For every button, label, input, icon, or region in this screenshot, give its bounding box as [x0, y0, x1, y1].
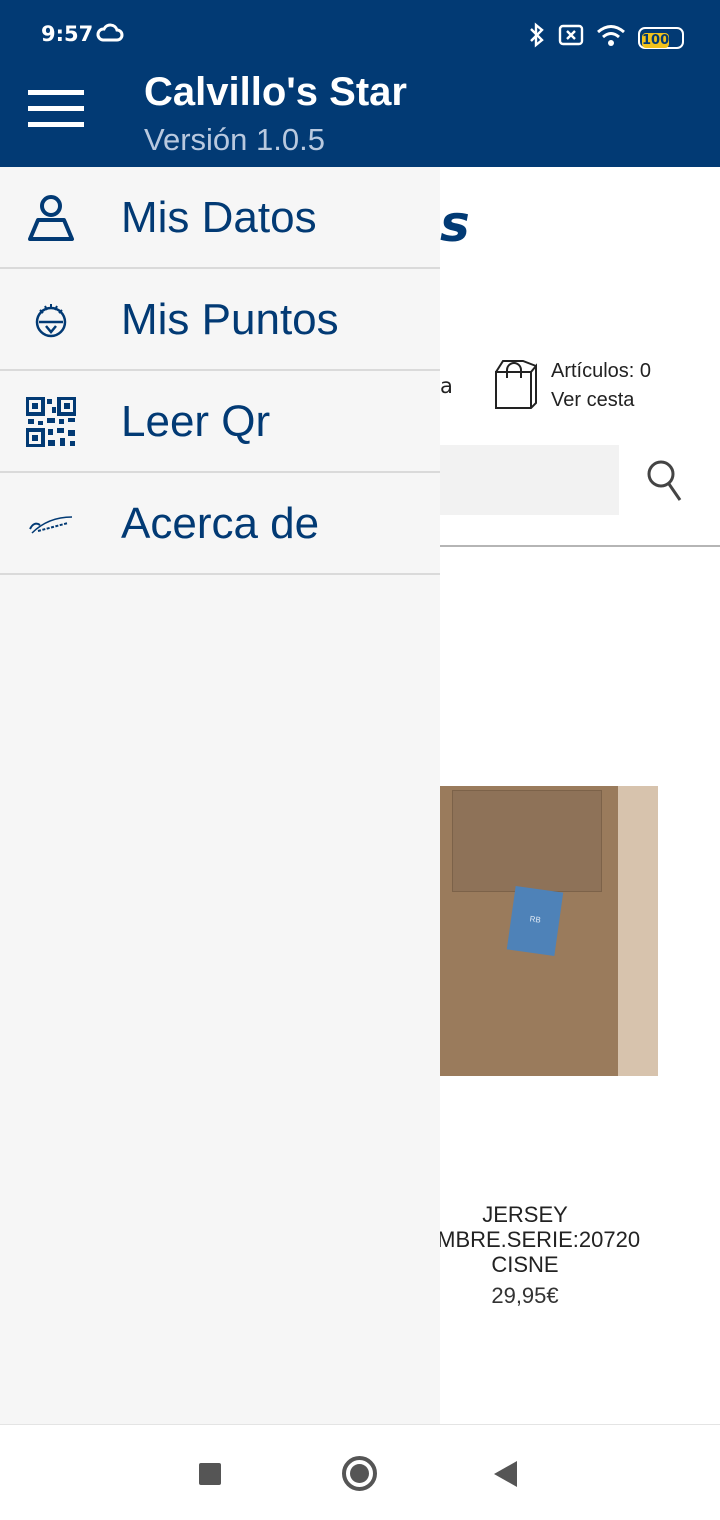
user-icon [24, 191, 78, 245]
no-sim-icon [558, 24, 584, 51]
system-nav-bar [0, 1424, 720, 1520]
app-bar: 9:57 100 Calvillo's Star Versión 1.0.5 [0, 0, 720, 167]
wifi-icon [596, 23, 626, 52]
battery-level: 100 [642, 32, 670, 48]
product-image[interactable]: RB [440, 786, 658, 1076]
view-cart-link[interactable]: Ver cesta [551, 389, 634, 412]
drawer-item-mis-datos[interactable]: Mis Datos [0, 167, 440, 269]
app-version: Versión 1.0.5 [144, 122, 325, 157]
bluetooth-icon [528, 22, 546, 53]
search-input[interactable] [440, 445, 619, 515]
drawer-item-label: Mis Puntos [121, 295, 339, 344]
drawer-item-acerca-de[interactable]: Acerca de [0, 473, 440, 575]
shopping-bag-icon[interactable] [493, 358, 539, 415]
divider [440, 545, 720, 547]
app-title: Calvillo's Star [144, 70, 407, 114]
drawer-item-leer-qr[interactable]: Leer Qr [0, 371, 440, 473]
search-icon[interactable] [645, 458, 685, 509]
cart-count: Artículos: 0 [551, 360, 652, 382]
navigation-drawer: Mis Datos Mis Puntos Leer Qr Acerca de [0, 167, 440, 1424]
qr-code-icon [24, 395, 78, 449]
drawer-item-mis-puntos[interactable]: Mis Puntos [0, 269, 440, 371]
recents-button[interactable] [199, 1463, 221, 1485]
back-button[interactable] [494, 1461, 517, 1487]
battery-icon: 100 [638, 26, 684, 49]
menu-icon[interactable] [28, 90, 84, 132]
store-logo-fragment: s [440, 195, 470, 253]
drawer-item-label: Leer Qr [121, 397, 271, 446]
points-icon [24, 293, 78, 347]
drawer-item-label: Mis Datos [121, 193, 317, 242]
calvillos-logo-icon [24, 497, 78, 551]
product-price: 29,95€ [491, 1283, 559, 1308]
cloud-icon [96, 22, 124, 49]
status-time: 9:57 [41, 22, 94, 46]
status-icons: 100 [528, 22, 684, 53]
partial-text: a [440, 374, 453, 398]
product-name[interactable]: JERSEY OMBRE.SERIE:20720 CISNE [420, 1202, 640, 1277]
drawer-item-label: Acerca de [121, 499, 320, 548]
home-button[interactable] [342, 1456, 377, 1491]
